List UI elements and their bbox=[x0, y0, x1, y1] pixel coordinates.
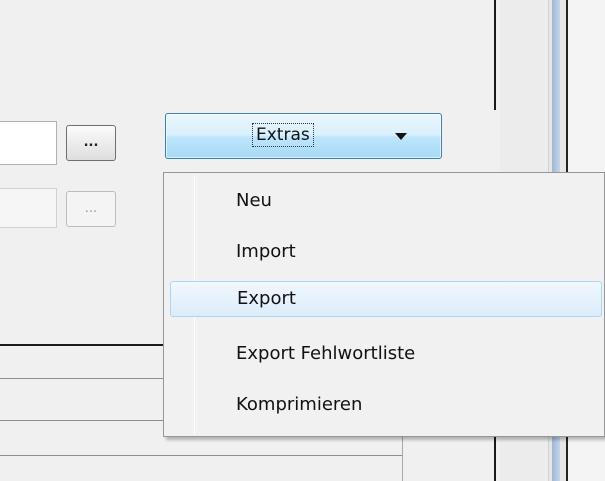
extras-button-label: Extras bbox=[252, 123, 314, 147]
section-line bbox=[0, 455, 402, 456]
menu-item-import[interactable]: Import bbox=[166, 234, 604, 270]
section-border bbox=[0, 344, 170, 346]
path-field-1[interactable] bbox=[0, 121, 57, 165]
menu-item-neu[interactable]: Neu bbox=[166, 183, 604, 219]
menu-item-komprimieren[interactable]: Komprimieren bbox=[166, 387, 604, 423]
menu-item-export[interactable]: Export bbox=[170, 281, 602, 317]
panel-divider-lower bbox=[494, 437, 496, 481]
inner-divider bbox=[402, 437, 403, 481]
menu-item-export-fehlwortliste[interactable]: Export Fehlwortliste bbox=[166, 336, 604, 372]
extras-button[interactable]: Extras bbox=[165, 113, 442, 159]
panel-divider bbox=[494, 0, 496, 110]
browse-button-1[interactable]: ... bbox=[66, 125, 116, 161]
browse-button-2: ... bbox=[66, 191, 116, 227]
section-line bbox=[0, 378, 170, 379]
extras-dropdown-menu: Neu Import Export Export Fehlwortliste K… bbox=[163, 172, 605, 437]
path-field-2 bbox=[0, 188, 57, 228]
chevron-down-icon bbox=[395, 133, 407, 140]
section-line bbox=[0, 420, 170, 421]
